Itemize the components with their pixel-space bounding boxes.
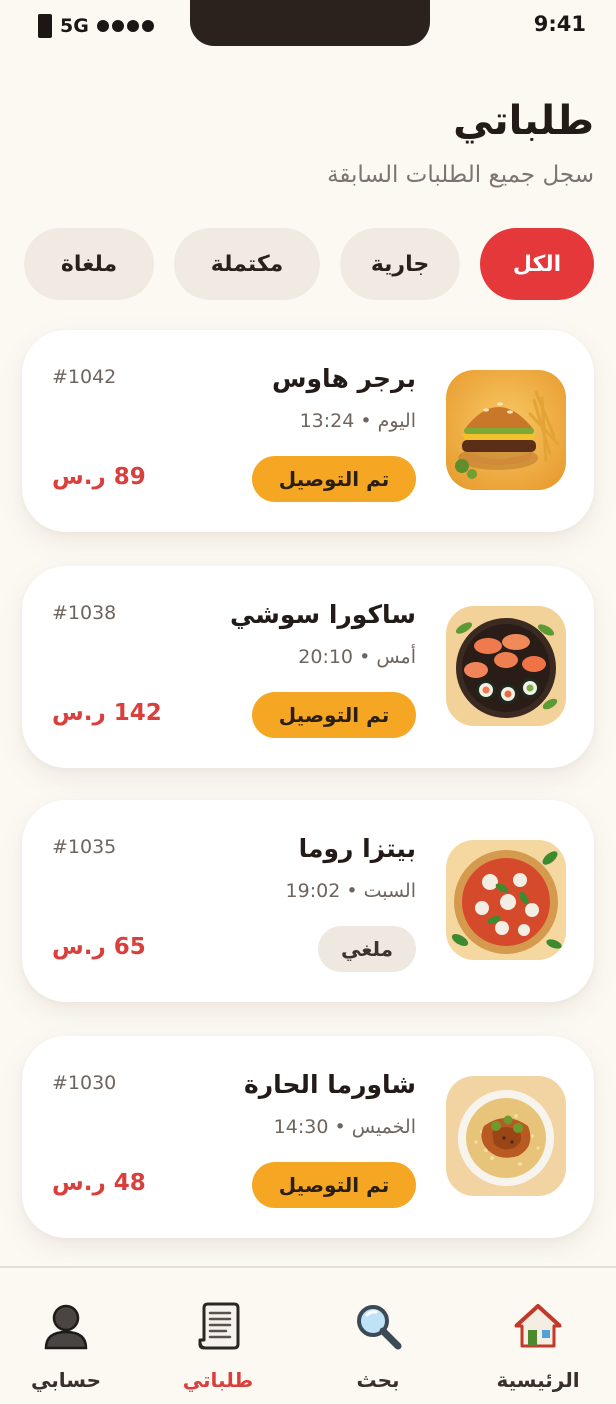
pizza-image [446, 840, 566, 960]
nav-label: الرئيسية [496, 1368, 580, 1392]
order-time: اليوم • 13:24 [299, 410, 416, 432]
status-left: 5G [38, 12, 154, 40]
status-badge: تم التوصيل [252, 1162, 416, 1208]
nav-item-profile[interactable]: حسابي [14, 1300, 118, 1394]
order-price: 65 ر.س [52, 934, 146, 960]
order-time: السبت • 19:02 [285, 880, 416, 902]
sushi-image [446, 606, 566, 726]
order-price: 48 ر.س [52, 1170, 146, 1196]
device-notch [190, 0, 430, 46]
profile-icon [44, 1304, 88, 1350]
filter-chip-cancelled[interactable]: ملغاة [24, 228, 154, 300]
order-price: 89 ر.س [52, 464, 146, 490]
burger-image [446, 370, 566, 490]
nav-label: حسابي [30, 1368, 102, 1392]
nav-item-home[interactable]: الرئيسية [478, 1300, 598, 1394]
status-badge: ملغي [318, 926, 416, 972]
restaurant-name: ساكورا سوشي [230, 600, 416, 629]
order-id: #1035 [52, 836, 117, 858]
page-title: طلباتي [453, 98, 594, 144]
filter-chip-completed[interactable]: مكتملة [174, 228, 320, 300]
restaurant-name: شاورما الحارة [244, 1070, 416, 1099]
status-badge: تم التوصيل [252, 692, 416, 738]
order-card[interactable]: ساكورا سوشي أمس • 20:10 تم التوصيل #1038… [22, 566, 594, 768]
restaurant-name: بيتزا روما [298, 834, 416, 863]
home-icon [514, 1304, 562, 1348]
search-icon [357, 1305, 402, 1350]
order-price: 142 ر.س [52, 700, 162, 726]
order-id: #1030 [52, 1072, 117, 1094]
battery-icon [38, 14, 52, 38]
order-card[interactable]: شاورما الحارة الخميس • 14:30 تم التوصيل … [22, 1036, 594, 1238]
network-type: 5G [60, 15, 89, 37]
order-time: أمس • 20:10 [298, 646, 416, 668]
nav-item-search[interactable]: بحث [318, 1300, 438, 1394]
nav-label: طلباتي [182, 1368, 254, 1392]
nav-label: بحث [356, 1368, 400, 1392]
status-bar: 5G 9:41 [0, 0, 616, 52]
filter-chip-ongoing[interactable]: جارية [340, 228, 460, 300]
shawarma-image [446, 1076, 566, 1196]
status-badge: تم التوصيل [252, 456, 416, 502]
signal-icon [96, 20, 154, 32]
order-card[interactable]: برجر هاوس اليوم • 13:24 تم التوصيل #1042… [22, 330, 594, 532]
filter-chips: الكل جارية مكتملة ملغاة [22, 228, 594, 300]
restaurant-name: برجر هاوس [272, 364, 416, 393]
order-id: #1038 [52, 602, 117, 624]
page-subtitle: سجل جميع الطلبات السابقة [327, 162, 594, 188]
receipt-icon [198, 1302, 240, 1350]
order-id: #1042 [52, 366, 117, 388]
status-time: 9:41 [533, 12, 586, 36]
order-time: الخميس • 14:30 [273, 1116, 416, 1138]
order-card[interactable]: بيتزا روما السبت • 19:02 ملغي #1035 65 ر… [22, 800, 594, 1002]
filter-chip-all[interactable]: الكل [480, 228, 594, 300]
bottom-nav: الرئيسية بحث طلباتي حسابي [0, 1266, 616, 1404]
nav-item-orders[interactable]: طلباتي [158, 1300, 278, 1394]
